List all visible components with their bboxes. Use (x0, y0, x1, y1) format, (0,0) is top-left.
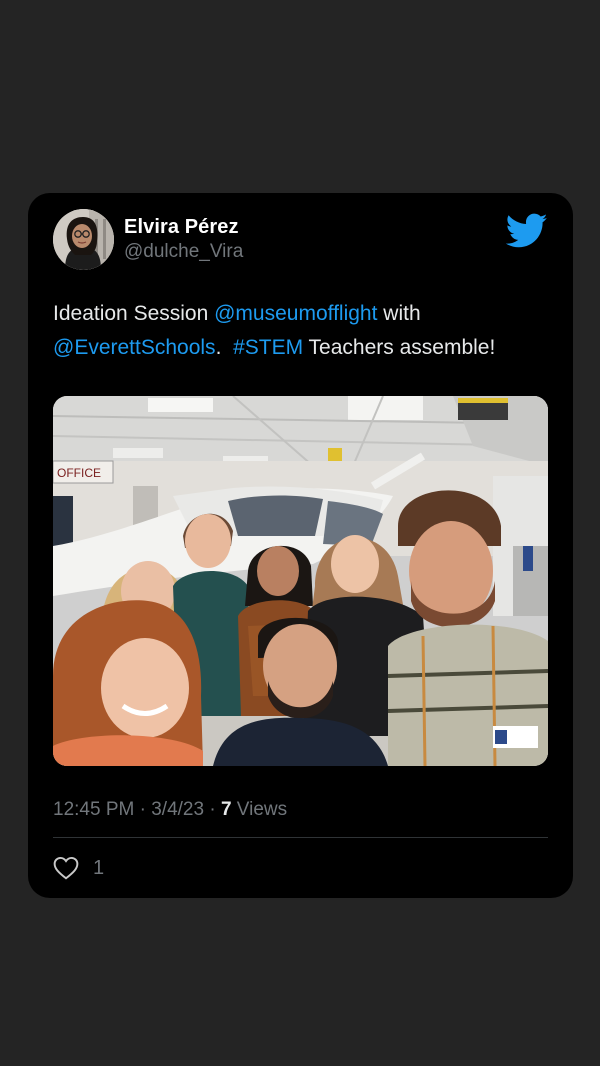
author-avatar[interactable] (53, 209, 114, 270)
hashtag-link-stem[interactable]: #STEM (233, 336, 303, 359)
mention-link-museumofflight[interactable]: @museumofflight (214, 302, 377, 325)
tweet-date[interactable]: 3/4/23 (151, 799, 204, 820)
likes-count: 1 (93, 856, 105, 879)
views-count: 7 (220, 799, 232, 820)
tweet-meta: 12:45 PM · 3/4/23 · 7 Views (53, 797, 287, 823)
meta-separator: · (134, 799, 152, 820)
author-names: Elvira Pérez @dulche_Vira (124, 215, 243, 265)
author-display-name[interactable]: Elvira Pérez (124, 215, 243, 239)
tweet-text-part: Ideation Session (53, 302, 215, 325)
tweet-photo[interactable]: OFFICE (53, 396, 548, 766)
mention-link-everettschools[interactable]: @EverettSchools (53, 336, 216, 359)
tweet-text: Ideation Session @museumofflight with @E… (53, 297, 553, 365)
twitter-bird-icon[interactable] (505, 213, 548, 249)
tweet-card: Elvira Pérez @dulche_Vira Ideation Sessi… (28, 193, 573, 898)
photo-office-sign: OFFICE (57, 466, 101, 480)
tweet-text-part: Teachers assemble! (303, 336, 496, 359)
views-label: Views (236, 799, 288, 820)
tweet-text-part: with (377, 302, 421, 325)
like-action[interactable]: 1 (53, 853, 104, 883)
tweet-header: Elvira Pérez @dulche_Vira (53, 209, 548, 271)
author-handle[interactable]: @dulche_Vira (124, 239, 243, 265)
heart-icon[interactable] (53, 856, 79, 880)
divider (53, 837, 548, 838)
meta-separator: · (204, 799, 221, 820)
tweet-text-part: . (215, 336, 234, 359)
tweet-time[interactable]: 12:45 PM (53, 799, 134, 820)
